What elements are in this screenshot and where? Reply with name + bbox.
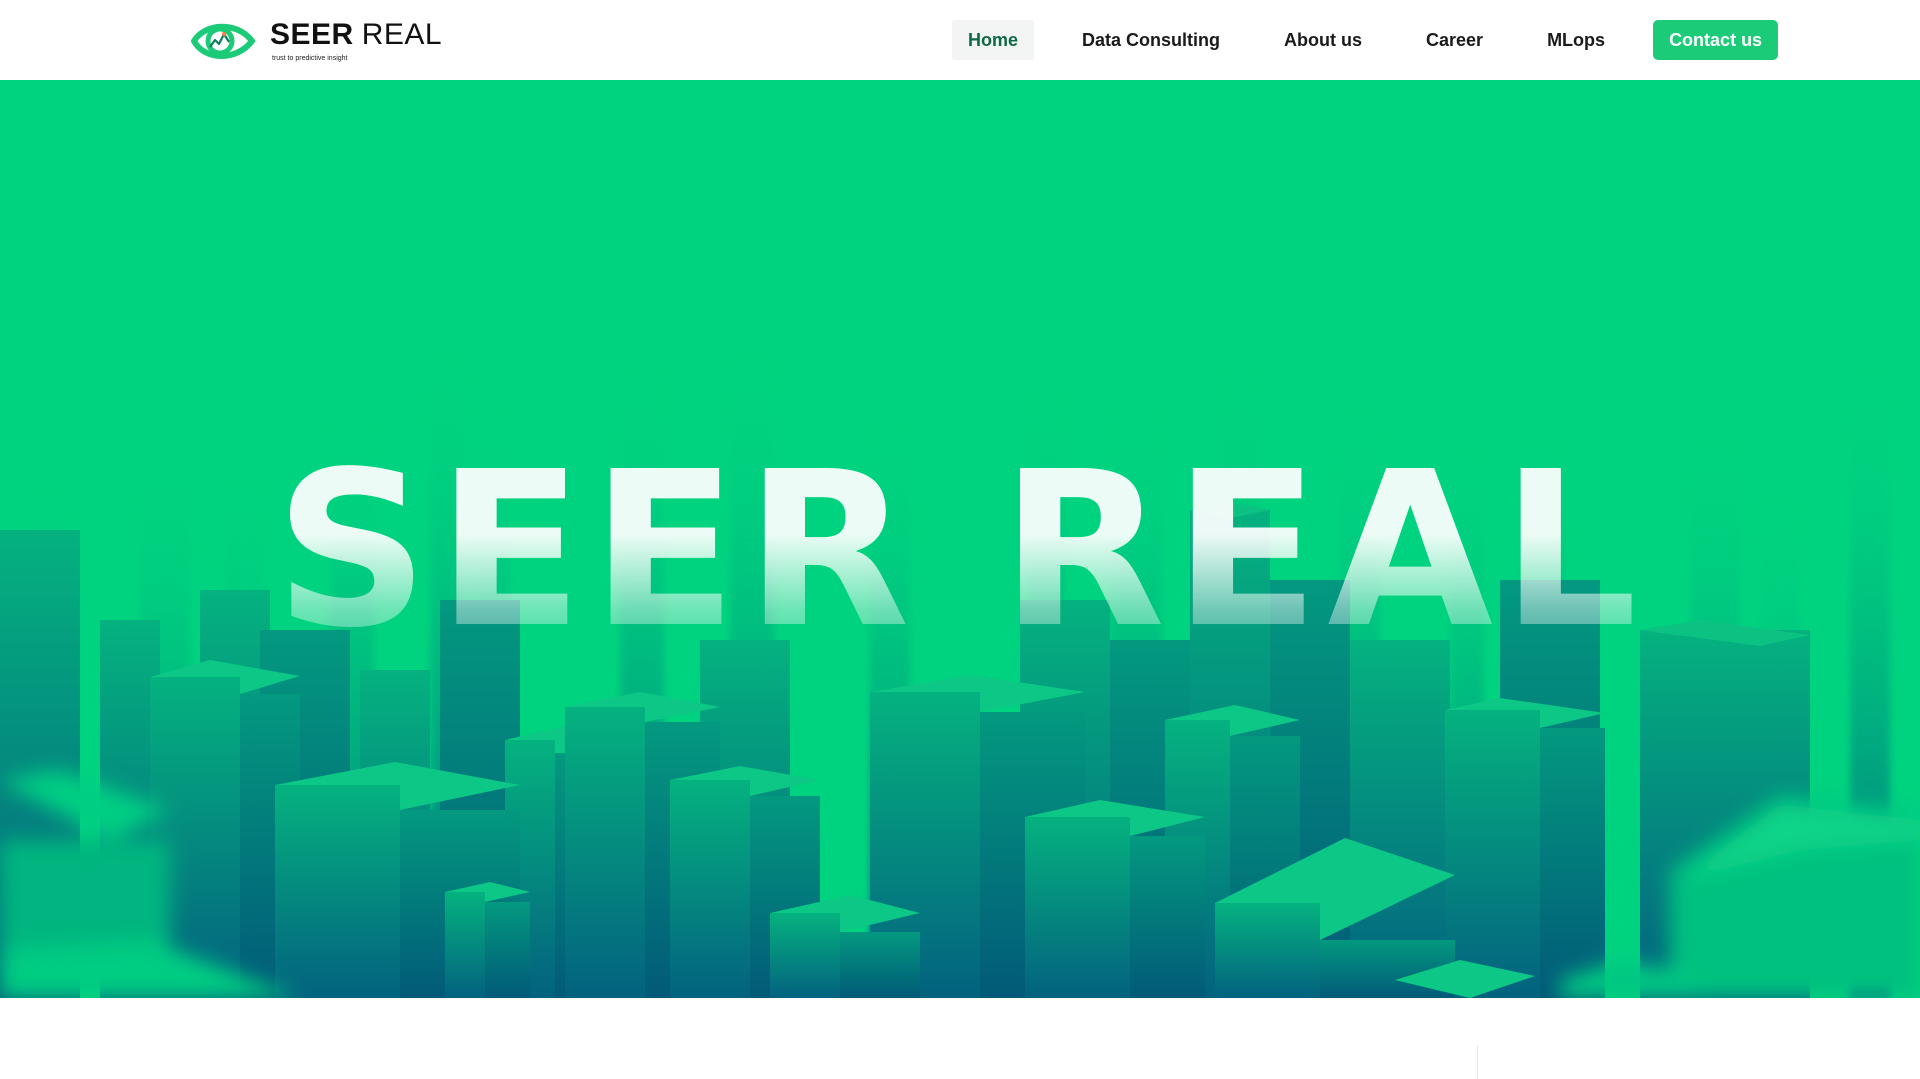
section-divider <box>1477 1046 1478 1079</box>
hero-banner: SEER REAL <box>0 80 1920 998</box>
brand-tagline: trust to predictive insight <box>272 54 348 62</box>
nav-item-data-consulting[interactable]: Data Consulting <box>1066 20 1236 60</box>
nav-item-home[interactable]: Home <box>952 20 1035 60</box>
brand-logo[interactable]: SEER REAL trust to predictive insight <box>190 16 442 66</box>
contact-us-button[interactable]: Contact us <box>1653 20 1779 60</box>
brand-name-light: REAL <box>361 17 443 51</box>
nav-item-about-us[interactable]: About us <box>1268 20 1378 60</box>
brand-text: SEER REAL trust to predictive insight <box>270 17 443 63</box>
brand-name-bold: SEER <box>270 17 354 51</box>
site-header: SEER REAL trust to predictive insight Hom… <box>0 0 1920 80</box>
hero-title: SEER REAL <box>274 426 1646 675</box>
main-nav: Home Data Consulting About us Career MLo… <box>952 20 1779 60</box>
content-section <box>0 998 1920 1079</box>
nav-item-career[interactable]: Career <box>1410 20 1499 60</box>
nav-item-mlops[interactable]: MLops <box>1531 20 1621 60</box>
eye-chart-icon <box>191 23 255 59</box>
brand-name: SEER REAL <box>270 17 443 51</box>
